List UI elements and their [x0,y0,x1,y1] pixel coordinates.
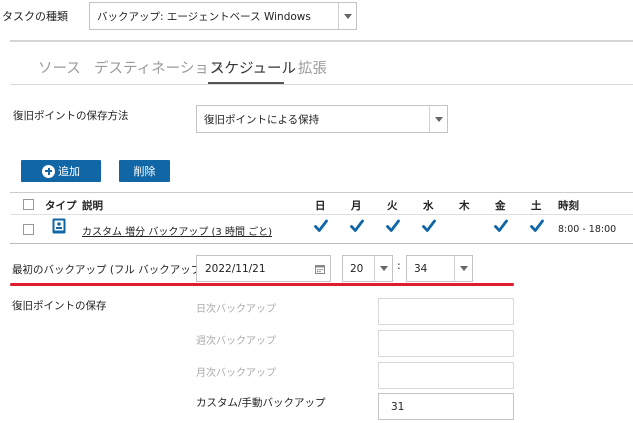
retention-method-label: 復旧ポイントの保存方法 [13,110,129,122]
first-backup-hour-value: 20 [350,262,364,275]
row-checkbox[interactable] [23,224,34,235]
header-type: タイプ [45,200,77,212]
chevron-down-icon[interactable] [429,106,447,132]
first-backup-date-input[interactable]: 2022/11/21 [196,255,331,282]
check-mon-icon [350,219,364,232]
retention-method-value: 復旧ポイントによる保持 [204,113,320,126]
calendar-icon[interactable] [315,264,325,274]
task-type-value: バックアップ: エージェントベース Windows [97,10,311,23]
header-time: 時刻 [558,200,579,212]
header-thu: 木 [459,200,470,212]
schedule-time: 8:00 - 18:00 [558,224,617,235]
first-backup-hour-select[interactable]: 20 [342,255,393,282]
chevron-down-icon[interactable] [454,256,472,281]
schedule-type-icon [52,218,66,234]
monthly-backup-label: 月次バックアップ [196,368,276,379]
daily-backup-label: 日次バックアップ [196,304,276,315]
header-fri: 金 [495,200,506,212]
tab-source[interactable]: ソース [38,57,81,78]
schedule-description-link[interactable]: カスタム 増分 バックアップ (3 時間 ごと) [82,223,272,238]
check-fri-icon [494,219,508,232]
delete-button[interactable]: 削除 [119,160,170,182]
header-wed: 水 [423,200,434,212]
header-sun: 日 [315,200,326,212]
header-sat: 土 [531,200,542,212]
header-mon: 月 [351,200,362,212]
check-wed-icon [422,219,436,232]
header-tue: 火 [387,200,398,212]
chevron-down-icon[interactable] [338,3,356,29]
chevron-down-icon[interactable] [374,256,392,281]
task-type-select[interactable]: バックアップ: エージェントベース Windows [89,2,357,30]
table-bottom-line [10,243,633,244]
select-all-checkbox[interactable] [23,199,34,210]
retention-method-select[interactable]: 復旧ポイントによる保持 [196,105,448,133]
daily-backup-input [378,298,514,325]
monthly-backup-input [378,362,514,389]
weekly-backup-label: 週次バックアップ [196,336,276,347]
check-sat-icon [530,219,544,232]
time-separator: : [397,259,401,272]
header-separator [10,40,633,42]
check-sun-icon [314,219,328,232]
first-backup-minute-value: 34 [414,262,428,275]
tab-destination[interactable]: デスティネーション [94,57,223,78]
custom-backup-value: 31 [391,400,405,413]
table-header-bottom-line [10,214,633,215]
custom-backup-label: カスタム/手動バックアップ [196,397,326,409]
add-circle-icon [42,164,55,178]
delete-button-label: 削除 [133,165,156,178]
first-backup-label: 最初のバックアップ (フル バックアップ) [12,264,206,276]
tab-schedule[interactable]: スケジュール [210,57,296,78]
first-backup-date-value: 2022/11/21 [205,262,266,275]
add-button-label: 追加 [58,165,80,178]
add-button[interactable]: 追加 [21,160,101,182]
check-tue-icon [386,219,400,232]
task-type-label: タスクの種類 [2,10,68,23]
weekly-backup-input [378,330,514,357]
highlight-underline [10,283,514,286]
retention-label: 復旧ポイントの保存 [12,300,107,312]
tab-divider [10,84,633,85]
first-backup-minute-select[interactable]: 34 [406,255,473,282]
table-header-top-line [10,192,633,193]
custom-backup-input[interactable]: 31 [378,393,514,420]
header-description: 説明 [82,200,103,212]
tab-advanced[interactable]: 拡張 [298,57,327,78]
